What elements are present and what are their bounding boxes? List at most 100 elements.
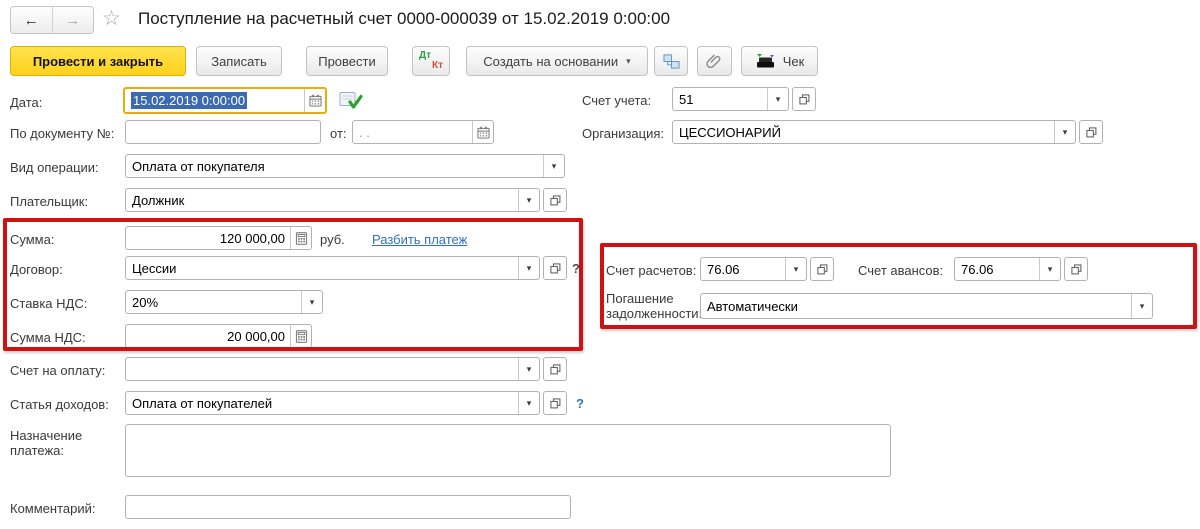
calculator-icon[interactable] xyxy=(290,325,311,347)
dtkt-postings-button[interactable]: Дт Кт xyxy=(412,46,450,76)
amount-field[interactable]: 120 000,00 xyxy=(125,226,312,250)
open-picker-icon xyxy=(549,397,561,409)
document-window: ← → ☆ Поступление на расчетный счет 0000… xyxy=(0,0,1200,529)
chevron-down-icon[interactable]: ▾ xyxy=(1054,121,1075,143)
write-button[interactable]: Записать xyxy=(196,46,282,76)
back-button[interactable]: ← xyxy=(11,7,53,33)
chevron-down-icon[interactable]: ▾ xyxy=(785,258,806,280)
cash-register-icon xyxy=(755,53,777,69)
payment-invoice-value xyxy=(126,358,518,380)
contract-open-button[interactable] xyxy=(543,256,567,280)
document-structure-button[interactable] xyxy=(654,46,688,76)
date-field[interactable]: 15.02.2019 0:00:00 xyxy=(123,87,327,114)
post-and-close-button[interactable]: Провести и закрыть xyxy=(10,46,186,76)
contract-combo[interactable]: Цессии ▾ xyxy=(125,256,540,280)
advance-account-label: Счет авансов: xyxy=(858,263,944,278)
operation-kind-value: Оплата от покупателя xyxy=(132,159,265,174)
advance-account-combo[interactable]: 76.06 ▾ xyxy=(954,257,1061,281)
vat-amount-field[interactable]: 20 000,00 xyxy=(125,324,312,348)
payment-invoice-label: Счет на оплату: xyxy=(10,363,106,378)
forward-button[interactable]: → xyxy=(53,7,94,33)
income-item-help-icon[interactable]: ? xyxy=(576,396,584,411)
income-item-combo[interactable]: Оплата от покупателей ▾ xyxy=(125,391,540,415)
chevron-down-icon[interactable]: ▾ xyxy=(767,88,788,110)
nav-history-group: ← → xyxy=(10,6,94,34)
attachments-button[interactable] xyxy=(697,46,732,76)
debt-repayment-combo[interactable]: Автоматически ▾ xyxy=(700,293,1153,319)
forward-arrow-icon: → xyxy=(65,11,81,29)
back-arrow-icon: ← xyxy=(23,11,39,29)
calendar-icon[interactable] xyxy=(304,89,325,112)
amount-value: 120 000,00 xyxy=(219,231,285,246)
payment-invoice-open-button[interactable] xyxy=(543,357,567,381)
create-based-on-button[interactable]: Создать на основании ▾ xyxy=(466,46,648,76)
by-document-date-field[interactable]: . . xyxy=(352,120,494,144)
debit-label: Дт xyxy=(419,50,432,61)
payment-invoice-combo[interactable]: ▾ xyxy=(125,357,540,381)
chevron-down-icon[interactable]: ▾ xyxy=(1039,258,1060,280)
income-item-label: Статья доходов: xyxy=(10,397,109,412)
open-picker-icon xyxy=(549,262,561,274)
organization-value: ЦЕССИОНАРИЙ xyxy=(679,125,781,140)
payer-combo[interactable]: Должник ▾ xyxy=(125,188,540,212)
open-picker-icon xyxy=(1070,263,1082,275)
chevron-down-icon[interactable]: ▾ xyxy=(518,257,539,279)
by-document-date-value: . . xyxy=(359,125,370,140)
vat-rate-label: Ставка НДС: xyxy=(10,296,88,311)
chevron-down-icon[interactable]: ▾ xyxy=(301,291,322,313)
chevron-down-icon: ▾ xyxy=(626,55,631,66)
settlement-account-label: Счет расчетов: xyxy=(606,263,697,278)
payer-value: Должник xyxy=(132,193,185,208)
settlement-account-value: 76.06 xyxy=(707,262,740,277)
contract-help-icon[interactable]: ? xyxy=(572,261,580,276)
date-label: Дата: xyxy=(10,95,43,110)
advance-account-value: 76.06 xyxy=(961,262,994,277)
chevron-down-icon[interactable]: ▾ xyxy=(518,358,539,380)
contract-label: Договор: xyxy=(10,262,63,277)
open-picker-icon xyxy=(549,194,561,206)
organization-open-button[interactable] xyxy=(1079,120,1103,144)
chevron-down-icon[interactable]: ▾ xyxy=(518,392,539,414)
accounting-account-open-button[interactable] xyxy=(792,87,816,111)
chevron-down-icon[interactable]: ▾ xyxy=(543,155,564,177)
credit-label: Кт xyxy=(431,60,443,71)
calendar-icon[interactable] xyxy=(472,121,493,143)
settlement-account-combo[interactable]: 76.06 ▾ xyxy=(700,257,807,281)
payment-purpose-label: Назначение платежа: xyxy=(10,428,83,458)
payer-label: Плательщик: xyxy=(10,194,89,209)
calculator-icon[interactable] xyxy=(290,227,311,249)
advance-account-open-button[interactable] xyxy=(1064,257,1088,281)
receipt-button[interactable]: Чек xyxy=(741,46,818,76)
contract-value: Цессии xyxy=(132,261,177,276)
debt-repayment-label: Погашение задолженности: xyxy=(606,291,703,321)
related-documents-icon xyxy=(662,53,681,70)
accounting-account-value: 51 xyxy=(679,92,694,107)
paperclip-icon xyxy=(706,53,723,70)
vat-amount-label: Сумма НДС: xyxy=(10,330,86,345)
income-item-value: Оплата от покупателей xyxy=(132,396,273,411)
vat-amount-value: 20 000,00 xyxy=(227,329,285,344)
income-item-open-button[interactable] xyxy=(543,391,567,415)
open-picker-icon xyxy=(816,263,828,275)
split-payment-link[interactable]: Разбить платеж xyxy=(372,232,467,247)
favorite-star-icon[interactable]: ☆ xyxy=(102,6,121,31)
organization-combo[interactable]: ЦЕССИОНАРИЙ ▾ xyxy=(672,120,1076,144)
vat-rate-combo[interactable]: 20% ▾ xyxy=(125,290,323,314)
payment-purpose-textarea[interactable] xyxy=(125,424,891,477)
from-label: от: xyxy=(330,126,347,141)
date-value: 15.02.2019 0:00:00 xyxy=(131,92,248,109)
chevron-down-icon[interactable]: ▾ xyxy=(518,189,539,211)
posted-status-icon xyxy=(339,91,363,111)
open-picker-icon xyxy=(798,93,810,105)
debt-repayment-value: Автоматически xyxy=(707,299,798,314)
comment-input[interactable] xyxy=(125,495,571,519)
receipt-label: Чек xyxy=(782,53,805,69)
by-document-number-input[interactable] xyxy=(125,120,321,144)
chevron-down-icon[interactable]: ▾ xyxy=(1131,294,1152,318)
post-button[interactable]: Провести xyxy=(306,46,388,76)
operation-kind-combo[interactable]: Оплата от покупателя ▾ xyxy=(125,154,565,178)
payer-open-button[interactable] xyxy=(543,188,567,212)
settlement-account-open-button[interactable] xyxy=(810,257,834,281)
accounting-account-combo[interactable]: 51 ▾ xyxy=(672,87,789,111)
by-document-label: По документу №: xyxy=(10,126,115,141)
